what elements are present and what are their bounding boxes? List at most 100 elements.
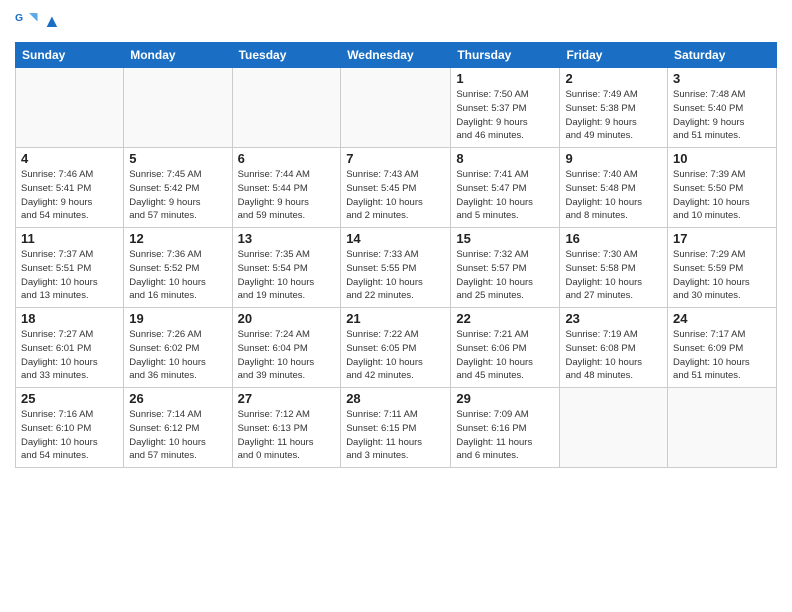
day-number: 22 <box>456 311 554 326</box>
day-number: 3 <box>673 71 771 86</box>
day-info: Sunrise: 7:45 AMSunset: 5:42 PMDaylight:… <box>129 168 226 223</box>
calendar-cell <box>341 68 451 148</box>
calendar-header-wednesday: Wednesday <box>341 43 451 68</box>
day-number: 20 <box>238 311 336 326</box>
logo: G ▲ <box>15 10 61 34</box>
day-info: Sunrise: 7:35 AMSunset: 5:54 PMDaylight:… <box>238 248 336 303</box>
calendar-header-saturday: Saturday <box>668 43 777 68</box>
day-info: Sunrise: 7:21 AMSunset: 6:06 PMDaylight:… <box>456 328 554 383</box>
day-info: Sunrise: 7:50 AMSunset: 5:37 PMDaylight:… <box>456 88 554 143</box>
calendar-cell: 16 Sunrise: 7:30 AMSunset: 5:58 PMDayligh… <box>560 228 668 308</box>
calendar-cell: 21 Sunrise: 7:22 AMSunset: 6:05 PMDayligh… <box>341 308 451 388</box>
calendar-cell: 26 Sunrise: 7:14 AMSunset: 6:12 PMDayligh… <box>124 388 232 468</box>
day-number: 24 <box>673 311 771 326</box>
calendar-cell <box>560 388 668 468</box>
calendar-cell: 6 Sunrise: 7:44 AMSunset: 5:44 PMDaylight… <box>232 148 341 228</box>
calendar-cell: 8Sunrise: 7:41 AMSunset: 5:47 PMDaylight… <box>451 148 560 228</box>
calendar-week-row: 4 Sunrise: 7:46 AMSunset: 5:41 PMDaylight… <box>16 148 777 228</box>
day-info: Sunrise: 7:19 AMSunset: 6:08 PMDaylight:… <box>565 328 662 383</box>
calendar-week-row: 18 Sunrise: 7:27 AMSunset: 6:01 PMDayligh… <box>16 308 777 388</box>
day-info: Sunrise: 7:41 AMSunset: 5:47 PMDaylight:… <box>456 168 554 223</box>
calendar-cell: 3 Sunrise: 7:48 AMSunset: 5:40 PMDaylight… <box>668 68 777 148</box>
calendar-cell: 22 Sunrise: 7:21 AMSunset: 6:06 PMDayligh… <box>451 308 560 388</box>
day-info: Sunrise: 7:44 AMSunset: 5:44 PMDaylight:… <box>238 168 336 223</box>
day-info: Sunrise: 7:36 AMSunset: 5:52 PMDaylight:… <box>129 248 226 303</box>
day-info: Sunrise: 7:46 AMSunset: 5:41 PMDaylight:… <box>21 168 118 223</box>
logo-line1: ▲ <box>43 12 61 32</box>
calendar-header-sunday: Sunday <box>16 43 124 68</box>
day-number: 16 <box>565 231 662 246</box>
calendar-cell: 24 Sunrise: 7:17 AMSunset: 6:09 PMDayligh… <box>668 308 777 388</box>
day-number: 6 <box>238 151 336 166</box>
calendar-cell: 10 Sunrise: 7:39 AMSunset: 5:50 PMDayligh… <box>668 148 777 228</box>
day-number: 29 <box>456 391 554 406</box>
calendar-cell: 17 Sunrise: 7:29 AMSunset: 5:59 PMDayligh… <box>668 228 777 308</box>
day-info: Sunrise: 7:24 AMSunset: 6:04 PMDaylight:… <box>238 328 336 383</box>
calendar-header-friday: Friday <box>560 43 668 68</box>
day-info: Sunrise: 7:32 AMSunset: 5:57 PMDaylight:… <box>456 248 554 303</box>
calendar-header-row: SundayMondayTuesdayWednesdayThursdayFrid… <box>16 43 777 68</box>
day-number: 5 <box>129 151 226 166</box>
day-info: Sunrise: 7:09 AMSunset: 6:16 PMDaylight:… <box>456 408 554 463</box>
svg-text:G: G <box>15 13 23 24</box>
day-number: 10 <box>673 151 771 166</box>
day-info: Sunrise: 7:12 AMSunset: 6:13 PMDaylight:… <box>238 408 336 463</box>
day-number: 12 <box>129 231 226 246</box>
calendar-cell: 25 Sunrise: 7:16 AMSunset: 6:10 PMDayligh… <box>16 388 124 468</box>
day-number: 4 <box>21 151 118 166</box>
day-info: Sunrise: 7:30 AMSunset: 5:58 PMDaylight:… <box>565 248 662 303</box>
calendar-cell: 1 Sunrise: 7:50 AMSunset: 5:37 PMDaylight… <box>451 68 560 148</box>
calendar-header-thursday: Thursday <box>451 43 560 68</box>
calendar-cell: 7Sunrise: 7:43 AMSunset: 5:45 PMDaylight… <box>341 148 451 228</box>
day-number: 19 <box>129 311 226 326</box>
day-number: 25 <box>21 391 118 406</box>
day-info: Sunrise: 7:11 AMSunset: 6:15 PMDaylight:… <box>346 408 445 463</box>
day-number: 1 <box>456 71 554 86</box>
day-info: Sunrise: 7:14 AMSunset: 6:12 PMDaylight:… <box>129 408 226 463</box>
page-header: G ▲ <box>15 10 777 34</box>
day-info: Sunrise: 7:22 AMSunset: 6:05 PMDaylight:… <box>346 328 445 383</box>
calendar-cell <box>16 68 124 148</box>
day-info: Sunrise: 7:27 AMSunset: 6:01 PMDaylight:… <box>21 328 118 383</box>
day-number: 2 <box>565 71 662 86</box>
calendar-cell: 4 Sunrise: 7:46 AMSunset: 5:41 PMDaylight… <box>16 148 124 228</box>
day-number: 21 <box>346 311 445 326</box>
day-number: 11 <box>21 231 118 246</box>
calendar-cell <box>668 388 777 468</box>
day-info: Sunrise: 7:39 AMSunset: 5:50 PMDaylight:… <box>673 168 771 223</box>
day-info: Sunrise: 7:17 AMSunset: 6:09 PMDaylight:… <box>673 328 771 383</box>
logo-icon: G <box>15 10 39 34</box>
day-number: 7 <box>346 151 445 166</box>
day-number: 26 <box>129 391 226 406</box>
day-number: 13 <box>238 231 336 246</box>
calendar-header-tuesday: Tuesday <box>232 43 341 68</box>
calendar-week-row: 25 Sunrise: 7:16 AMSunset: 6:10 PMDayligh… <box>16 388 777 468</box>
day-number: 28 <box>346 391 445 406</box>
day-info: Sunrise: 7:48 AMSunset: 5:40 PMDaylight:… <box>673 88 771 143</box>
calendar-cell: 9Sunrise: 7:40 AMSunset: 5:48 PMDaylight… <box>560 148 668 228</box>
day-info: Sunrise: 7:33 AMSunset: 5:55 PMDaylight:… <box>346 248 445 303</box>
calendar-cell: 2Sunrise: 7:49 AMSunset: 5:38 PMDaylight… <box>560 68 668 148</box>
calendar-cell: 19 Sunrise: 7:26 AMSunset: 6:02 PMDayligh… <box>124 308 232 388</box>
calendar-table: SundayMondayTuesdayWednesdayThursdayFrid… <box>15 42 777 468</box>
day-info: Sunrise: 7:37 AMSunset: 5:51 PMDaylight:… <box>21 248 118 303</box>
calendar-cell: 12 Sunrise: 7:36 AMSunset: 5:52 PMDayligh… <box>124 228 232 308</box>
calendar-cell: 27 Sunrise: 7:12 AMSunset: 6:13 PMDayligh… <box>232 388 341 468</box>
calendar-cell: 23Sunrise: 7:19 AMSunset: 6:08 PMDayligh… <box>560 308 668 388</box>
day-number: 18 <box>21 311 118 326</box>
day-info: Sunrise: 7:26 AMSunset: 6:02 PMDaylight:… <box>129 328 226 383</box>
day-info: Sunrise: 7:40 AMSunset: 5:48 PMDaylight:… <box>565 168 662 223</box>
calendar-cell: 15Sunrise: 7:32 AMSunset: 5:57 PMDayligh… <box>451 228 560 308</box>
calendar-cell <box>232 68 341 148</box>
calendar-cell: 13 Sunrise: 7:35 AMSunset: 5:54 PMDayligh… <box>232 228 341 308</box>
calendar-cell: 14Sunrise: 7:33 AMSunset: 5:55 PMDayligh… <box>341 228 451 308</box>
calendar-cell: 18 Sunrise: 7:27 AMSunset: 6:01 PMDayligh… <box>16 308 124 388</box>
day-info: Sunrise: 7:29 AMSunset: 5:59 PMDaylight:… <box>673 248 771 303</box>
calendar-cell: 5 Sunrise: 7:45 AMSunset: 5:42 PMDaylight… <box>124 148 232 228</box>
day-info: Sunrise: 7:16 AMSunset: 6:10 PMDaylight:… <box>21 408 118 463</box>
calendar-header-monday: Monday <box>124 43 232 68</box>
day-number: 17 <box>673 231 771 246</box>
calendar-cell <box>124 68 232 148</box>
calendar-week-row: 1 Sunrise: 7:50 AMSunset: 5:37 PMDaylight… <box>16 68 777 148</box>
day-number: 27 <box>238 391 336 406</box>
